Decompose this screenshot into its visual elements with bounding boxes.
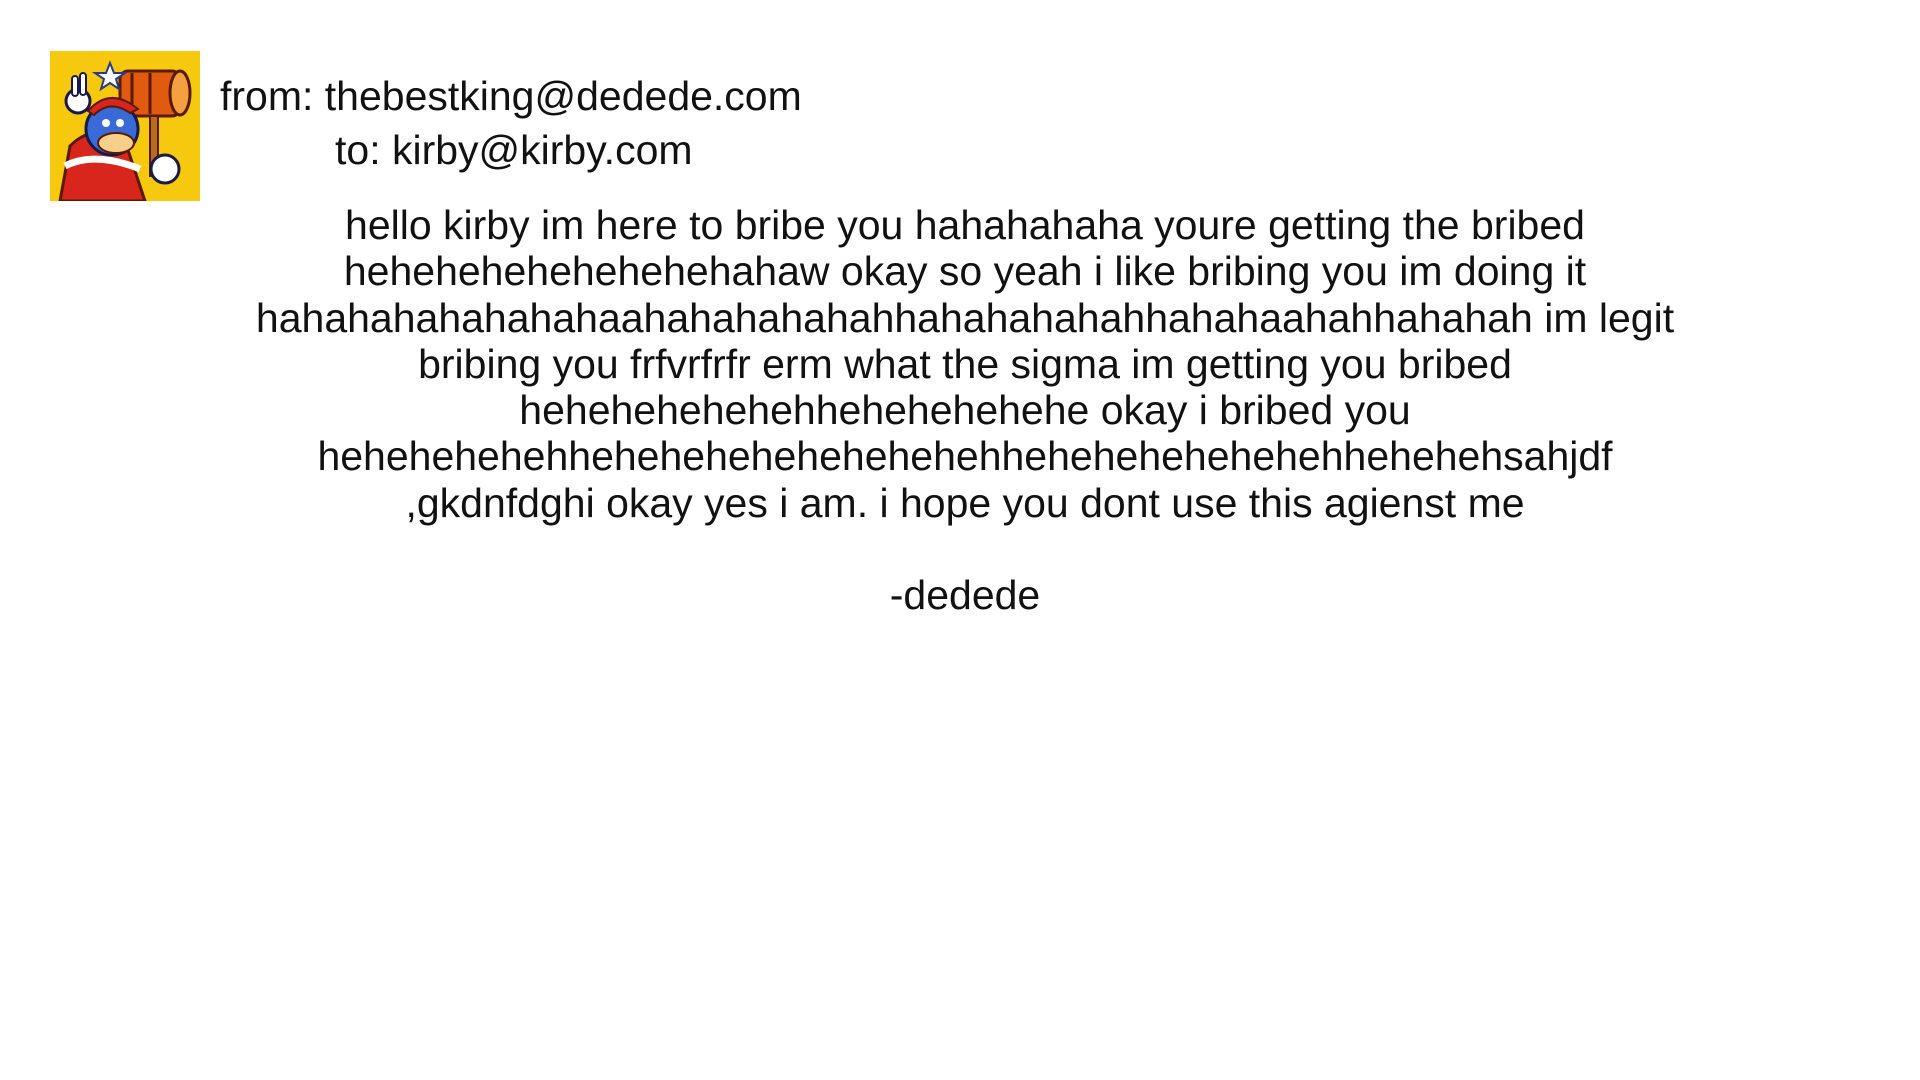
email-to-line: to: kirby@kirby.com [335, 127, 693, 173]
email-from-line: from: thebestking@dedede.com [220, 73, 802, 119]
email-body-line: bribing you frfvrfrfr erm what the sigma… [418, 340, 1512, 387]
email-body-line: hehehehehehehhehehehehehe okay i bribed … [519, 387, 1411, 434]
email-body-line: hehehehehehehehehahaw okay so yeah i lik… [343, 248, 1587, 295]
email-signature: -dedede [889, 572, 1041, 619]
email-body-line: hahahahahahahahaahahahahahahhahahahahahh… [255, 294, 1675, 341]
email-body-line: hello kirby im here to bribe you hahahah… [345, 202, 1585, 248]
sender-avatar-icon [50, 51, 200, 201]
email-body: hello kirby im here to bribe you hahahah… [120, 202, 1810, 619]
email-body-line: ,gkdnfdghi okay yes i am. i hope you don… [405, 479, 1525, 526]
email-body-line: hehehehehehhehehehehehehehehehhehehehehe… [317, 433, 1613, 480]
